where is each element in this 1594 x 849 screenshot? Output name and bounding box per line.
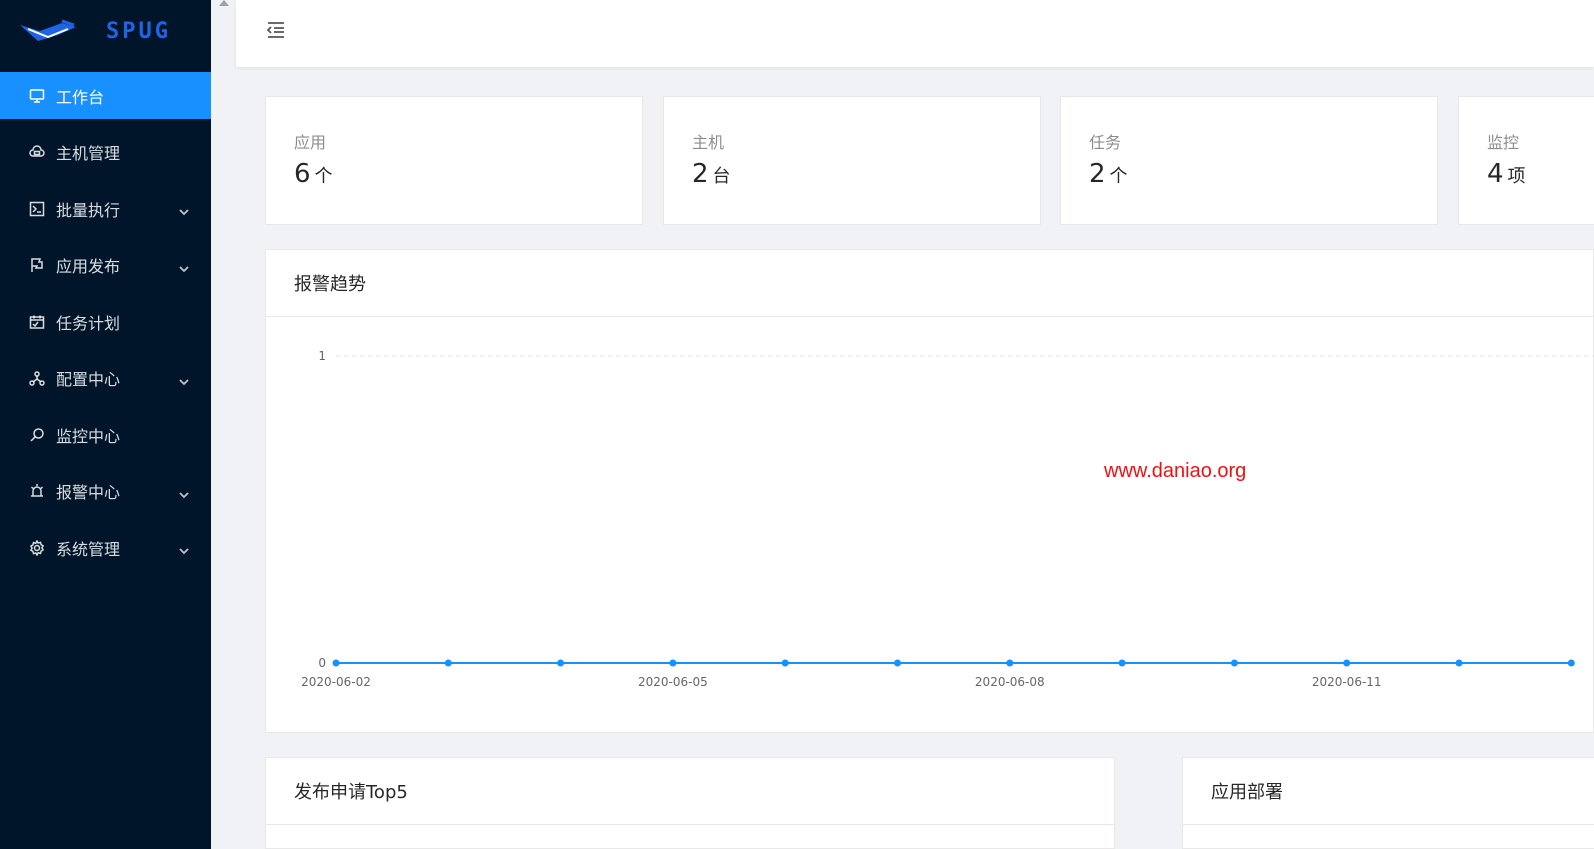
data-point xyxy=(1006,659,1014,667)
sidebar-item-label: 工作台 xyxy=(56,87,105,107)
sidebar-item-label: 主机管理 xyxy=(56,144,121,163)
terminal-icon xyxy=(28,200,46,218)
stat-unit: 个 xyxy=(314,166,333,187)
sidebar-item-label: 报警中心 xyxy=(56,483,121,502)
data-point xyxy=(669,659,677,667)
stat-title: 监控 xyxy=(1487,133,1520,152)
sidebar-item-workbench[interactable]: 工作台 xyxy=(0,72,211,119)
scroll-up-arrow-icon[interactable] xyxy=(219,0,229,6)
stat-value: 2台 xyxy=(692,159,731,189)
chevron-down-icon xyxy=(179,259,189,272)
top-header xyxy=(236,0,1594,67)
sidebar-item-alarm[interactable]: 报警中心 xyxy=(0,468,211,515)
chevron-down-icon xyxy=(179,372,189,385)
desktop-icon xyxy=(28,87,46,105)
data-point xyxy=(1118,659,1126,667)
data-point xyxy=(1567,659,1575,667)
sidebar-item-label: 配置中心 xyxy=(56,370,121,389)
sidebar-item-label: 监控中心 xyxy=(56,426,121,446)
stat-card-monitors: 监控 4项 xyxy=(1458,96,1594,225)
sidebar-item-label: 任务计划 xyxy=(56,313,121,333)
deployment-unit-icon xyxy=(28,369,46,387)
data-point xyxy=(557,659,565,667)
x-tick-label: 2020-06-05 xyxy=(638,675,708,689)
stat-value: 6个 xyxy=(294,159,333,189)
stat-title: 应用 xyxy=(294,133,327,152)
alarm-trend-card: 报警趋势 0 1 2020-06-02 2020-06-05 2020-06-08 202… xyxy=(265,249,1594,733)
sidebar-item-deploy[interactable]: 应用发布 xyxy=(0,242,211,289)
schedule-icon xyxy=(28,313,46,331)
stat-title: 主机 xyxy=(692,133,725,152)
data-point xyxy=(1230,659,1238,667)
sidebar-item-system[interactable]: 系统管理 xyxy=(0,524,211,571)
y-tick-label: 1 xyxy=(318,349,326,363)
spug-logo-icon xyxy=(20,19,76,41)
app-deploy-card: 应用部署 xyxy=(1182,757,1594,849)
sidebar-item-monitor[interactable]: 监控中心 xyxy=(0,411,211,458)
logo[interactable]: SPUG xyxy=(0,0,211,62)
sidebar-item-label: 批量执行 xyxy=(56,200,121,220)
stat-number: 6 xyxy=(294,159,311,189)
card-title: 发布申请Top5 xyxy=(266,758,1114,825)
app-name: SPUG xyxy=(106,18,171,44)
release-top5-card: 发布申请Top5 xyxy=(265,757,1115,849)
stat-number: 2 xyxy=(1089,159,1106,189)
sidebar-item-schedule[interactable]: 任务计划 xyxy=(0,298,211,345)
stat-number: 2 xyxy=(692,159,709,189)
cloud-server-icon xyxy=(28,143,46,161)
sidebar: SPUG 工作台 主机管理 批量执行 应用发布 任务计划 配置中心 监控中心 报… xyxy=(0,0,211,849)
sidebar-item-host[interactable]: 主机管理 xyxy=(0,129,211,176)
chevron-down-icon xyxy=(179,541,189,555)
chevron-down-icon xyxy=(179,485,189,498)
chevron-down-icon xyxy=(179,202,189,216)
stat-value: 2个 xyxy=(1089,159,1128,189)
data-point xyxy=(781,659,789,667)
monitor-search-icon xyxy=(28,426,46,444)
sidebar-item-exec[interactable]: 批量执行 xyxy=(0,185,211,232)
alert-icon xyxy=(28,482,46,500)
sidebar-item-config[interactable]: 配置中心 xyxy=(0,355,211,402)
data-point xyxy=(1455,659,1463,667)
stat-title: 任务 xyxy=(1089,133,1122,152)
x-tick-label: 2020-06-02 xyxy=(301,675,371,689)
stat-value: 4项 xyxy=(1487,159,1526,189)
card-title: 报警趋势 xyxy=(266,250,1593,317)
flag-icon xyxy=(28,256,46,274)
data-point xyxy=(1343,659,1351,667)
x-tick-label: 2020-06-08 xyxy=(975,675,1045,689)
stat-unit: 个 xyxy=(1109,166,1128,187)
setting-icon xyxy=(28,539,46,557)
stat-card-hosts: 主机 2台 xyxy=(663,96,1041,225)
data-point xyxy=(894,659,901,667)
data-point xyxy=(444,659,452,667)
stat-card-apps: 应用 6个 xyxy=(265,96,643,225)
card-title: 应用部署 xyxy=(1183,758,1594,825)
stat-number: 4 xyxy=(1487,159,1504,189)
x-tick-label: 2020-06-11 xyxy=(1312,675,1382,689)
sidebar-menu: 工作台 主机管理 批量执行 应用发布 任务计划 配置中心 监控中心 报警中心 系… xyxy=(0,72,211,581)
stat-unit: 台 xyxy=(712,166,731,187)
alarm-trend-chart: 0 1 2020-06-02 2020-06-05 2020-06-08 2020-06-… xyxy=(301,349,1594,689)
watermark-text: www.daniao.org xyxy=(1104,460,1247,482)
menu-fold-icon[interactable] xyxy=(264,18,288,42)
data-point xyxy=(332,659,340,667)
stat-unit: 项 xyxy=(1507,166,1526,187)
y-tick-label: 0 xyxy=(318,656,326,670)
sidebar-item-label: 应用发布 xyxy=(56,257,121,276)
stat-card-tasks: 任务 2个 xyxy=(1060,96,1438,225)
sidebar-item-label: 系统管理 xyxy=(56,539,121,559)
